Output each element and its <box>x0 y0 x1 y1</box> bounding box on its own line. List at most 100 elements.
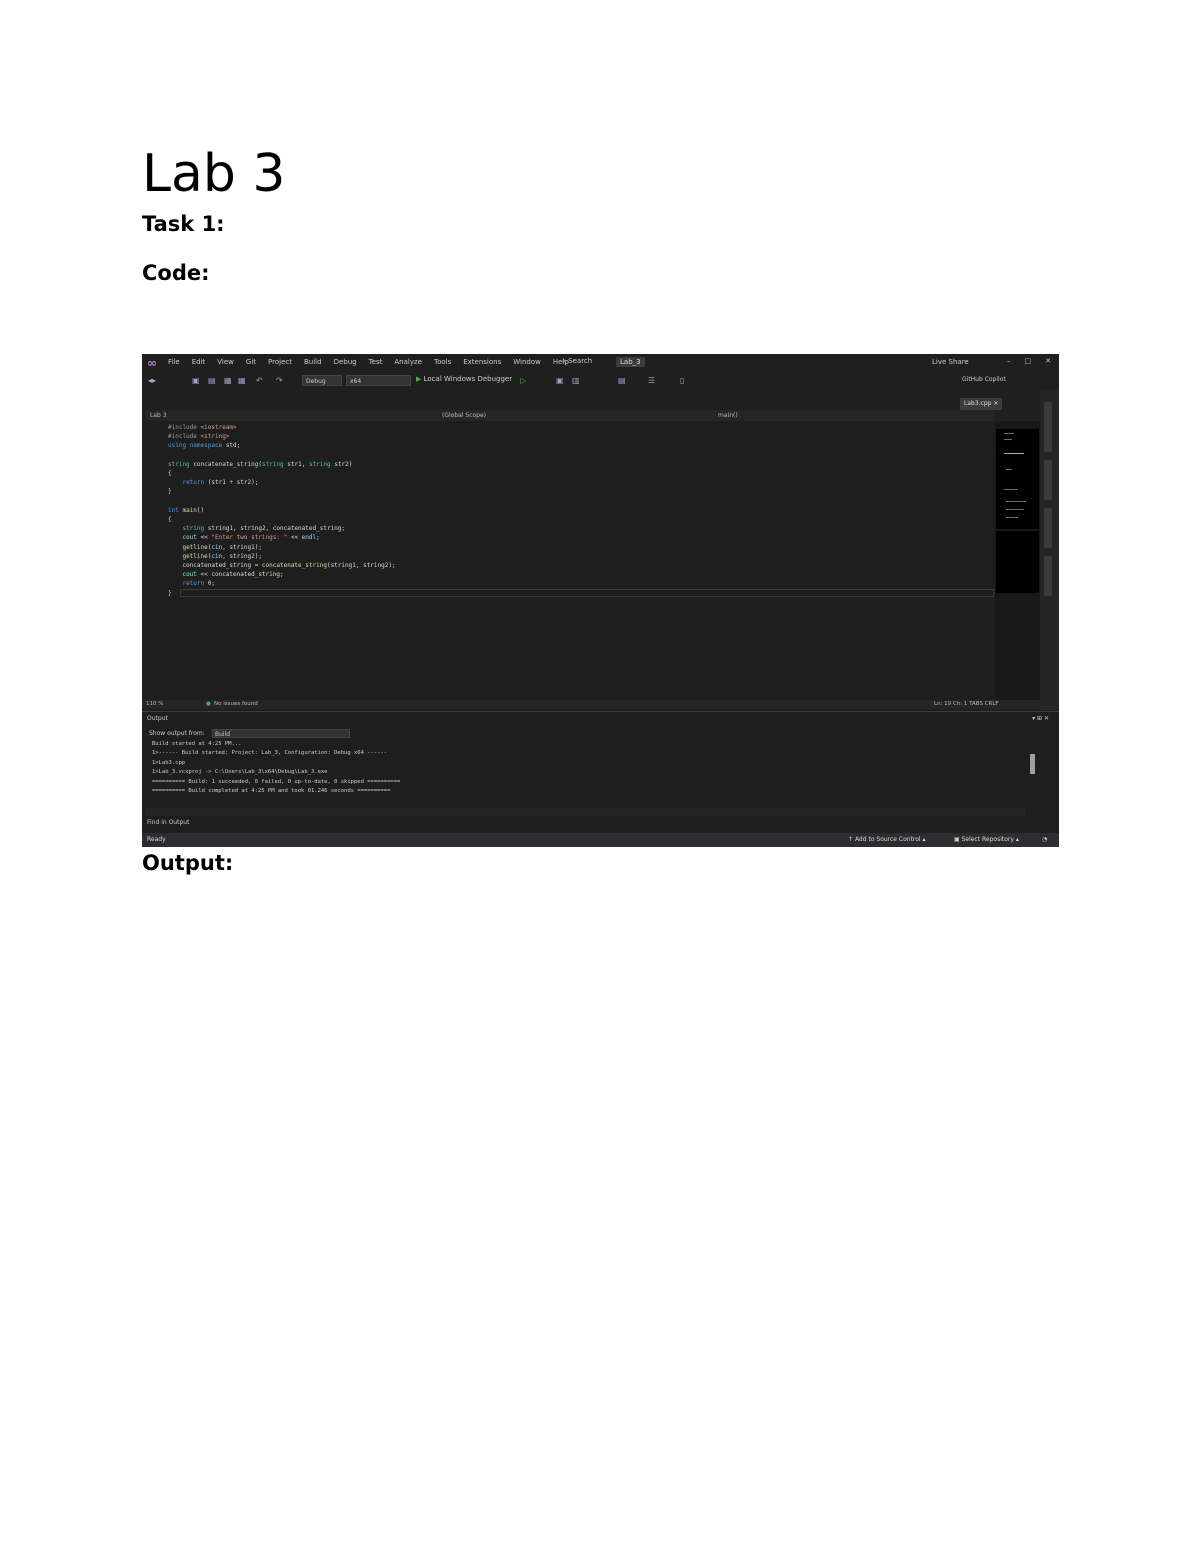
menu-item-edit[interactable]: Edit <box>192 358 206 366</box>
code-editor[interactable]: #include <iostream> #include <string> usin… <box>146 421 994 701</box>
minimize-icon[interactable]: – <box>1007 357 1011 365</box>
task-heading: Task 1: <box>142 212 225 236</box>
code-line: string string1, string2, concatenated_st… <box>182 525 346 533</box>
visual-studio-logo-icon: ∞ <box>147 356 157 370</box>
code-heading: Code: <box>142 261 210 285</box>
status-bar: Ready ↑ Add to Source Control ▴ ▣ Select… <box>142 833 1059 847</box>
menu-item-debug[interactable]: Debug <box>334 358 357 366</box>
scroll-thumb[interactable] <box>1030 754 1035 774</box>
minimap-line <box>1006 517 1018 518</box>
side-tab-notifications[interactable] <box>1044 556 1052 596</box>
toolbar-tool-icon-3[interactable]: ▤ <box>618 376 626 385</box>
menu-item-extensions[interactable]: Extensions <box>463 358 501 366</box>
output-horizontal-scrollbar[interactable] <box>146 808 1026 816</box>
nav-project-dropdown[interactable]: Lab 3 <box>150 411 167 420</box>
close-icon[interactable]: ✕ <box>1045 357 1051 365</box>
toolbar-tool-icon-2[interactable]: ▥ <box>572 376 580 385</box>
menu-bar: ∞ File Edit View Git Project Build Debug Test An… <box>142 354 1059 372</box>
minimap-line <box>1004 439 1012 440</box>
run-button[interactable]: ▶ Local Windows Debugger <box>416 375 512 383</box>
code-line: int main() <box>168 506 205 514</box>
bookmark-icon[interactable]: ▯ <box>680 376 684 385</box>
minimap[interactable] <box>995 421 1040 703</box>
minimap-viewport <box>996 429 1039 529</box>
menu-item-view[interactable]: View <box>217 358 234 366</box>
platform-dropdown[interactable]: x64 <box>346 375 411 386</box>
side-tab-solution-explorer[interactable] <box>1044 402 1052 452</box>
output-line: 1>Lab3.cpp <box>152 759 186 766</box>
side-tab-git-changes[interactable] <box>1044 460 1052 500</box>
save-all-icon[interactable]: ▦ <box>238 376 246 385</box>
open-icon[interactable]: ▤ <box>208 376 216 385</box>
select-repository-label: Select Repository <box>961 836 1014 843</box>
search-box[interactable]: ⌕ Search <box>562 357 592 366</box>
maximize-icon[interactable]: □ <box>1025 357 1032 365</box>
toolbar-tool-icon[interactable]: ▣ <box>556 376 564 385</box>
new-file-icon[interactable]: ▣ <box>192 376 200 385</box>
code-line: #include <string> <box>168 433 230 441</box>
zoom-level[interactable]: 110 % <box>146 701 163 707</box>
minimap-lower-pane <box>996 531 1039 593</box>
output-title: Output <box>147 715 168 722</box>
output-panel: Output ▾ ⊞ ✕ Show output from: Build Bui… <box>142 711 1059 832</box>
solution-name: Lab_3 <box>616 357 645 367</box>
issues-ok-icon: ● <box>206 701 211 707</box>
run-label: Local Windows Debugger <box>423 375 513 383</box>
menu-item-test[interactable]: Test <box>369 358 383 366</box>
output-line: ========== Build: 1 succeeded, 0 failed,… <box>152 778 401 785</box>
select-repository[interactable]: ▣ Select Repository ▴ <box>954 836 1019 843</box>
nav-scope-dropdown[interactable]: (Global Scope) <box>442 411 486 420</box>
file-tab[interactable]: Lab3.cpp ✕ <box>960 398 1003 410</box>
back-icon[interactable]: ◂▸ <box>148 376 156 385</box>
side-panel-strip <box>1040 390 1059 710</box>
add-source-control[interactable]: ↑ Add to Source Control ▴ <box>848 836 926 843</box>
find-in-output[interactable]: Find in Output <box>147 819 189 826</box>
live-share-button[interactable]: Live Share <box>932 358 969 366</box>
issues-status[interactable]: No issues found <box>214 701 258 707</box>
minimap-line <box>1004 453 1024 454</box>
code-line: return 0; <box>182 580 215 588</box>
menu-item-build[interactable]: Build <box>304 358 322 366</box>
menu-item-analyze[interactable]: Analyze <box>394 358 422 366</box>
output-line: ========== Build completed at 4:25 PM an… <box>152 788 391 795</box>
code-line: cout << concatenated_string; <box>182 571 284 579</box>
code-line: getline(cin, string2); <box>182 552 262 560</box>
code-line: return (str1 + str2); <box>182 479 259 487</box>
copilot-label: GitHub Copilot <box>962 376 1006 383</box>
undo-icon[interactable]: ↶ <box>256 376 263 385</box>
menu-item-file[interactable]: File <box>168 358 180 366</box>
code-line: { <box>168 516 172 524</box>
search-label: Search <box>568 357 593 365</box>
save-icon[interactable]: ▦ <box>224 376 232 385</box>
output-source-dropdown[interactable]: Build <box>212 729 350 738</box>
toolbar-tool-icon-4[interactable]: ☰ <box>648 376 655 385</box>
code-line: getline(cin, string1); <box>182 543 262 551</box>
redo-icon[interactable]: ↷ <box>276 376 283 385</box>
nav-function-dropdown[interactable]: main() <box>718 411 738 420</box>
editor-gutter <box>146 421 156 701</box>
output-heading: Output: <box>142 851 234 875</box>
side-tab-properties[interactable] <box>1044 508 1052 548</box>
output-line: 1>Lab_3.vcxproj -> C:\Users\Lab_3\x64\De… <box>152 769 328 776</box>
minimap-line <box>1004 489 1018 490</box>
code-line: } <box>168 488 172 496</box>
menu-item-window[interactable]: Window <box>513 358 541 366</box>
output-vertical-scrollbar[interactable] <box>1028 742 1037 808</box>
editor-status-bar: 110 % ● No issues found Ln: 19 Ch: 1 TAB… <box>142 700 1059 709</box>
status-ready: Ready <box>147 836 166 843</box>
output-line: 1>------ Build started: Project: Lab_3, … <box>152 750 388 757</box>
menu-item-tools[interactable]: Tools <box>434 358 451 366</box>
cursor-position: Ln: 19 Ch: 1 TABS CRLF <box>934 701 999 707</box>
menu-item-git[interactable]: Git <box>246 358 256 366</box>
menu-item-project[interactable]: Project <box>268 358 292 366</box>
source-code: #include <iostream> #include <string> usin… <box>168 423 396 598</box>
config-dropdown[interactable]: Debug <box>302 375 342 386</box>
start-without-debug-icon[interactable]: ▷ <box>520 376 526 385</box>
output-panel-controls[interactable]: ▾ ⊞ ✕ <box>1032 715 1049 722</box>
output-line: Build started at 4:25 PM... <box>152 741 242 747</box>
copilot-button[interactable]: GitHub Copilot <box>962 376 1006 383</box>
code-line: concatenated_string = concatenate_string… <box>168 562 396 570</box>
notifications-icon[interactable]: ◔ <box>1042 836 1047 843</box>
